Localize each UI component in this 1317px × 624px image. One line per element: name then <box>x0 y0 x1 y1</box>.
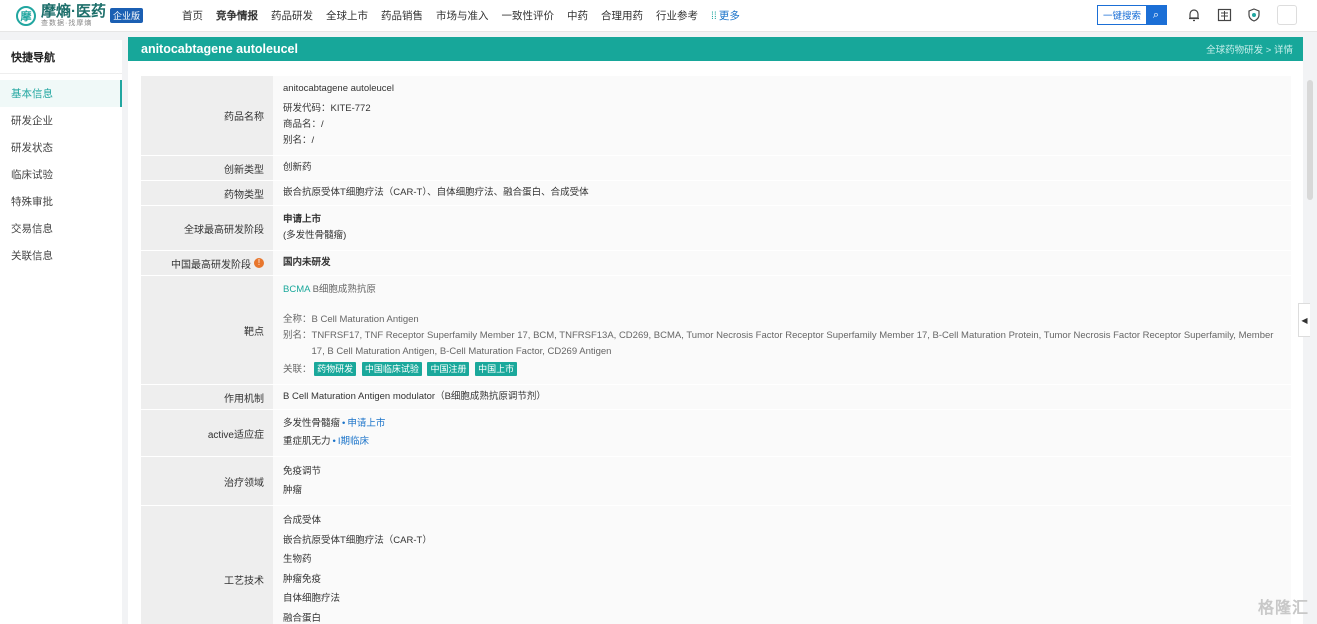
info-icon[interactable]: ! <box>254 258 264 268</box>
edition-badge: 企业版 <box>110 8 144 23</box>
technology-item: 生物药 <box>283 554 312 565</box>
nav-item-drug-rd[interactable]: 药品研发 <box>271 8 313 23</box>
sidebar-item-rd-status[interactable]: 研发状态 <box>0 134 122 161</box>
logo-icon: 摩 <box>16 5 36 26</box>
field-label: 创新类型 <box>141 156 273 180</box>
row-target: 靶点 BCMA B细胞成熟抗原 全称：B Cell Maturation Ant… <box>141 276 1291 385</box>
field-label: 工艺技术 <box>141 506 273 624</box>
nav-item-more[interactable]: ⁞⁞ 更多 <box>711 8 740 23</box>
therapy-area-item: 免疫调节 <box>283 466 322 477</box>
avatar[interactable] <box>1277 5 1297 25</box>
nav-item-global-launch[interactable]: 全球上市 <box>326 8 368 23</box>
drug-type-value: 嵌合抗原受体T细胞疗法（CAR-T）、自体细胞疗法、融合蛋白、合成受体 <box>273 181 1291 205</box>
field-label: 作用机制 <box>141 385 273 409</box>
bell-icon[interactable] <box>1181 5 1207 25</box>
rd-code-value: 研发代码：KITE-772 <box>283 103 371 114</box>
app-name: 摩熵·医药 <box>41 3 106 20</box>
tag-china-clinical[interactable]: 中国临床试验 <box>361 362 422 376</box>
row-indications: active适应症 多发性骨髓瘤 • 申请上市 重症肌无力 • I期临床 <box>141 410 1291 457</box>
row-technology: 工艺技术 合成受体 嵌合抗原受体T细胞疗法（CAR-T） 生物药 肿瘤免疫 自体… <box>141 506 1291 624</box>
technology-item: 融合蛋白 <box>283 612 322 624</box>
trade-name-value: 商品名：/ <box>283 119 324 130</box>
tag-china-registration[interactable]: 中国注册 <box>427 362 470 376</box>
sidebar-item-special-approval[interactable]: 特殊审批 <box>0 188 122 215</box>
row-mechanism: 作用机制 B Cell Maturation Antigen modulator… <box>141 385 1291 410</box>
document-icon[interactable] <box>1211 5 1237 25</box>
field-label: 药品名称 <box>141 76 273 155</box>
nav-item-rational-use[interactable]: 合理用药 <box>601 8 643 23</box>
sidebar-item-related[interactable]: 关联信息 <box>0 242 122 269</box>
main-nav: 首页 竞争情报 药品研发 全球上市 药品销售 市场与准入 一致性评价 中药 合理… <box>182 8 753 23</box>
row-therapy-area: 治疗领域 免疫调节 肿瘤 <box>141 457 1291 506</box>
nav-item-consistency[interactable]: 一致性评价 <box>502 8 555 23</box>
sidebar-item-basic-info[interactable]: 基本信息 <box>0 80 122 107</box>
target-related-label: 关联： <box>283 364 312 375</box>
basic-info-table: 药品名称 anitocabtagene autoleucel 研发代码：KITE… <box>141 76 1291 624</box>
field-label: 中国最高研发阶段 <box>171 259 251 271</box>
indication-phase-link[interactable]: I期临床 <box>338 436 369 447</box>
tag-drug-rd[interactable]: 药物研发 <box>314 362 357 376</box>
row-drug-name: 药品名称 anitocabtagene autoleucel 研发代码：KITE… <box>141 76 1291 156</box>
sidebar-item-transactions[interactable]: 交易信息 <box>0 215 122 242</box>
indication-disease: 多发性骨髓瘤 <box>283 418 341 429</box>
therapy-area-item: 肿瘤 <box>283 485 303 496</box>
app-slogan: 查数据·找摩熵 <box>41 20 93 27</box>
detail-header: anitocabtagene autoleucel 全球药物研发 > 详情 <box>128 37 1303 61</box>
field-label: 全球最高研发阶段 <box>141 206 273 250</box>
grid-dots-icon: ⁞⁞ <box>711 10 717 22</box>
quick-nav-sidebar: 快捷导航 基本信息 研发企业 研发状态 临床试验 特殊审批 交易信息 关联信息 <box>0 40 122 624</box>
alias-value: 别名：/ <box>283 135 315 146</box>
page-title: anitocabtagene autoleucel <box>141 42 298 56</box>
indication-phase-link[interactable]: 申请上市 <box>347 418 385 429</box>
indication-item: 多发性骨髓瘤 • 申请上市 <box>283 418 386 429</box>
nav-item-industry[interactable]: 行业参考 <box>656 8 698 23</box>
drug-name-value: anitocabtagene autoleucel <box>283 83 394 94</box>
technology-item: 肿瘤免疫 <box>283 573 322 585</box>
field-label: 靶点 <box>141 276 273 384</box>
target-code-link[interactable]: BCMA <box>283 284 310 295</box>
logo[interactable]: 摩 摩熵·医药 查数据·找摩熵 企业版 <box>16 4 166 27</box>
target-code-desc: B细胞成熟抗原 <box>312 284 376 295</box>
watermark: 格隆汇 <box>1257 600 1309 617</box>
target-alias-value: TNFRSF17, TNF Receptor Superfamily Membe… <box>311 330 1274 357</box>
row-innovation-type: 创新类型 创新药 <box>141 156 1291 181</box>
sidebar-title: 快捷导航 <box>0 40 122 74</box>
nav-item-home[interactable]: 首页 <box>182 8 203 23</box>
collapse-panel-icon[interactable]: ◀ <box>1298 303 1310 337</box>
quick-search[interactable]: 一键搜索 ⌕ <box>1096 5 1167 25</box>
row-china-phase: 中国最高研发阶段 ! 国内未研发 <box>141 251 1291 276</box>
field-label: 药物类型 <box>141 181 273 205</box>
field-label: active适应症 <box>141 410 273 456</box>
search-icon[interactable]: ⌕ <box>1146 6 1166 24</box>
target-alias-label: 别名： <box>283 330 312 341</box>
detail-panel: 药品名称 anitocabtagene autoleucel 研发代码：KITE… <box>128 61 1303 624</box>
innovation-type-value: 创新药 <box>273 156 1291 180</box>
nav-item-competitive-intel[interactable]: 竞争情报 <box>216 8 258 23</box>
scrollbar[interactable] <box>1307 80 1313 200</box>
technology-item: 合成受体 <box>283 515 322 526</box>
mechanism-value: B Cell Maturation Antigen modulator（B细胞成… <box>273 385 1291 409</box>
quick-search-label[interactable]: 一键搜索 <box>1098 8 1146 22</box>
sidebar-item-clinical-trials[interactable]: 临床试验 <box>0 161 122 188</box>
top-navbar: 摩 摩熵·医药 查数据·找摩熵 企业版 首页 竞争情报 药品研发 全球上市 药品… <box>0 0 1317 32</box>
nav-item-drug-sales[interactable]: 药品销售 <box>381 8 423 23</box>
nav-item-market-access[interactable]: 市场与准入 <box>436 8 489 23</box>
global-phase-value: 申请上市 <box>283 214 322 225</box>
indication-item: 重症肌无力 • I期临床 <box>283 436 369 447</box>
tag-china-launch[interactable]: 中国上市 <box>475 362 518 376</box>
technology-item: 自体细胞疗法 <box>283 593 341 604</box>
china-phase-value: 国内未研发 <box>273 251 1291 275</box>
global-phase-note: (多发性骨髓瘤) <box>283 230 347 241</box>
breadcrumb[interactable]: 全球药物研发 > 详情 <box>1206 42 1293 56</box>
indication-disease: 重症肌无力 <box>283 436 331 447</box>
nav-item-tcm[interactable]: 中药 <box>567 8 588 23</box>
shield-icon[interactable] <box>1241 5 1267 25</box>
target-fullname: 全称：B Cell Maturation Antigen <box>283 314 419 325</box>
technology-item: 嵌合抗原受体T细胞疗法（CAR-T） <box>283 534 432 546</box>
sidebar-item-rd-company[interactable]: 研发企业 <box>0 107 122 134</box>
field-label: 治疗领域 <box>141 457 273 505</box>
row-drug-type: 药物类型 嵌合抗原受体T细胞疗法（CAR-T）、自体细胞疗法、融合蛋白、合成受体 <box>141 181 1291 206</box>
row-global-phase: 全球最高研发阶段 申请上市 (多发性骨髓瘤) <box>141 206 1291 251</box>
